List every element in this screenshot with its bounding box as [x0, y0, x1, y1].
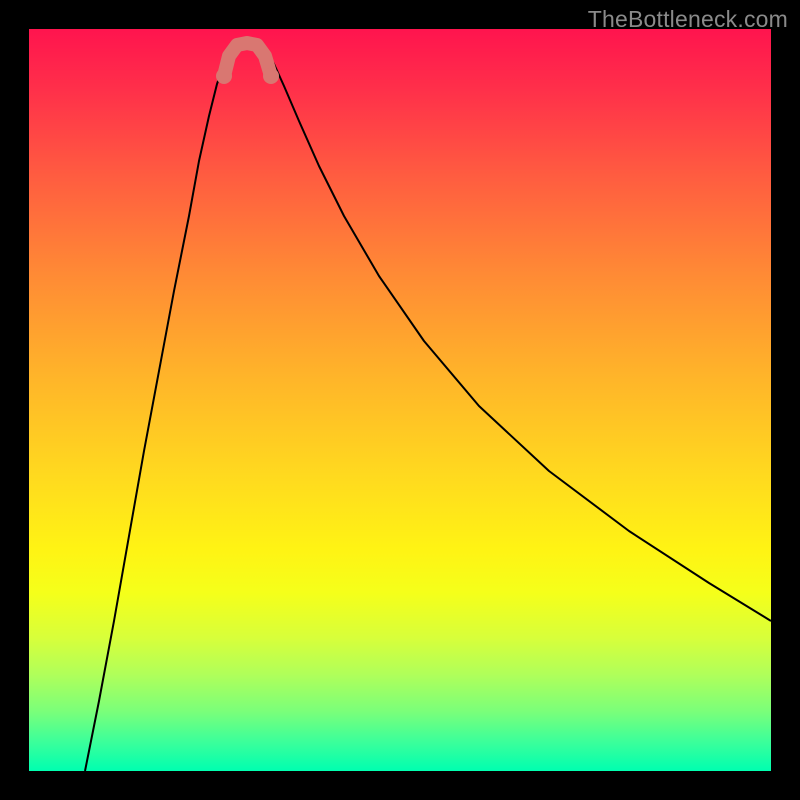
valley-endpoint-marker [216, 68, 232, 84]
series-valley-marker [224, 43, 271, 76]
valley-endpoint-marker [263, 68, 279, 84]
series-left-branch [85, 51, 229, 771]
chart-svg [29, 29, 771, 771]
series-right-branch [267, 51, 771, 621]
